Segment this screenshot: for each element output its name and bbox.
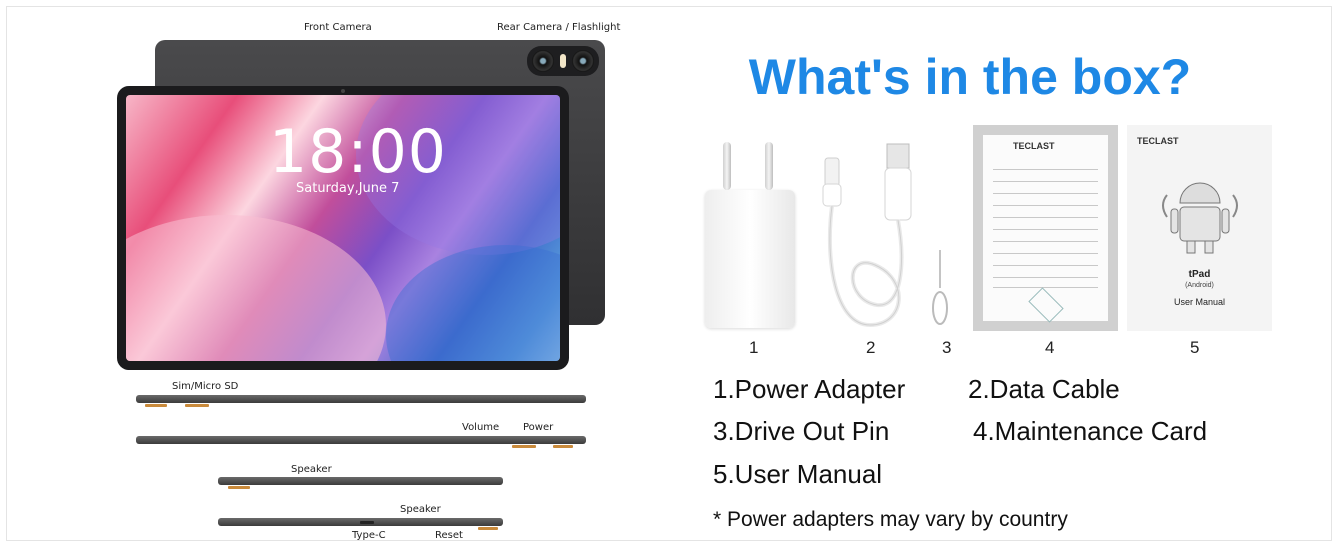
page-title: What's in the box? [748,49,1192,105]
lockscreen-date: Saturday,June 7 [296,181,400,196]
adapter-prong-right [765,142,773,190]
item-number-4: 4 [1045,338,1055,357]
adapter-prong-left [723,142,731,190]
android-robot-icon [1162,182,1238,254]
footnote: * Power adapters may vary by country [713,508,1068,531]
speaker-label-bottom: Speaker [400,504,441,515]
card-brand: TECLAST [1013,141,1055,151]
user-manual-image: TECLAST tPad (Android) User Manual [1127,125,1272,331]
item-drive-out-pin: 3.Drive Out Pin [713,416,890,446]
item-power-adapter: 1.Power Adapter [713,374,906,404]
item-number-3: 3 [942,338,952,357]
rear-camera-label: Rear Camera / Flashlight [497,22,621,33]
power-adapter-image [705,190,795,328]
manual-os: (Android) [1185,282,1214,289]
maintenance-card-image: TECLAST [973,125,1118,331]
speaker-label-top: Speaker [291,464,332,475]
rear-lens-icon [532,50,554,72]
item-number-1: 1 [749,338,759,357]
item-number-5: 5 [1190,338,1200,357]
item-number-2: 2 [866,338,876,357]
manual-label: User Manual [1173,297,1226,307]
side-view-buttons [136,436,586,444]
volume-label: Volume [462,422,500,433]
flashlight-icon [560,54,566,68]
side-view-top [136,395,586,403]
rear-lens-2-icon [572,50,594,72]
item-user-manual: 5.User Manual [713,459,883,489]
reset-label: Reset [435,530,463,541]
tablet-screen: 18:00 Saturday,June 7 [126,95,560,361]
front-camera-icon [341,89,345,93]
power-label: Power [523,422,554,433]
rear-camera-module [527,46,599,76]
sim-slot-label: Sim/Micro SD [172,381,239,392]
manual-brand: TECLAST [1137,136,1179,146]
item-maintenance-card: 4.Maintenance Card [973,416,1208,446]
manual-product: tPad [1188,269,1211,280]
data-cable-image [822,143,912,328]
type-c-port-icon [360,521,374,524]
type-c-label: Type-C [352,530,386,541]
drive-out-pin-image [932,250,948,325]
front-camera-label: Front Camera [304,22,372,33]
side-view-speaker [218,477,503,485]
lockscreen-time: 18:00 [269,117,447,187]
item-data-cable: 2.Data Cable [968,374,1120,404]
